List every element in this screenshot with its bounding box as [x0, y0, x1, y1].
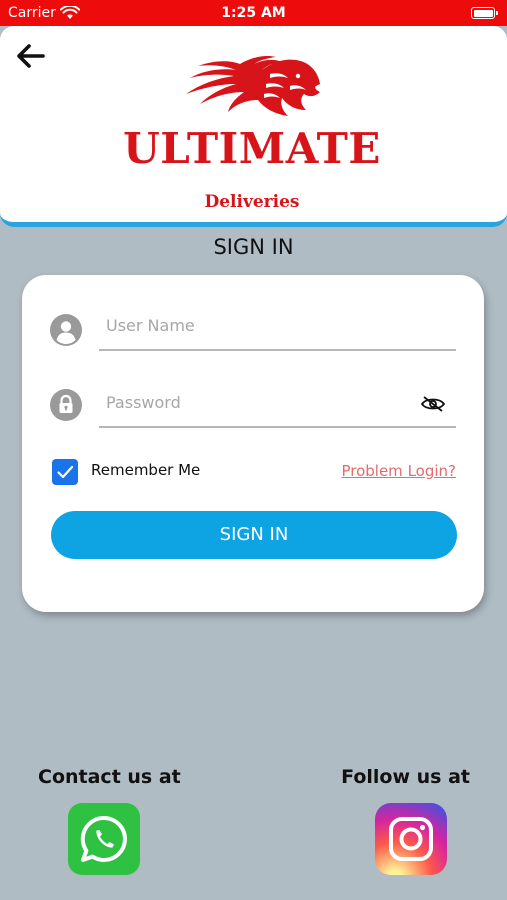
login-card: Remember Me Problem Login? SIGN IN	[22, 275, 484, 612]
user-icon	[50, 314, 82, 346]
contact-label: Contact us at	[38, 766, 181, 788]
instagram-button[interactable]	[375, 803, 447, 875]
back-arrow-icon	[17, 44, 45, 68]
brand-logo: ULTIMATE Deliveries	[120, 54, 390, 224]
header: ULTIMATE Deliveries	[0, 26, 507, 227]
lion-logo-icon	[186, 55, 320, 116]
remember-me-checkbox[interactable]	[52, 459, 78, 485]
brand-subtitle: Deliveries	[204, 192, 300, 212]
lock-icon	[50, 389, 82, 421]
brand-title: ULTIMATE	[123, 124, 381, 173]
instagram-icon	[389, 817, 433, 861]
battery-icon	[471, 7, 498, 19]
username-field[interactable]	[99, 305, 456, 351]
page-title: SIGN IN	[213, 235, 294, 259]
password-input[interactable]	[104, 392, 408, 413]
username-input[interactable]	[104, 315, 408, 336]
problem-login-link[interactable]: Problem Login?	[341, 462, 456, 480]
status-time: 1:25 AM	[221, 5, 286, 21]
back-button[interactable]	[14, 42, 46, 70]
remember-me-label[interactable]: Remember Me	[91, 461, 200, 479]
follow-label: Follow us at	[341, 766, 470, 788]
checkmark-icon	[57, 465, 74, 479]
signin-button[interactable]: SIGN IN	[51, 511, 457, 559]
password-field[interactable]	[99, 382, 456, 428]
eye-icon[interactable]	[420, 395, 446, 413]
whatsapp-icon	[80, 815, 127, 862]
whatsapp-button[interactable]	[68, 803, 140, 875]
status-bar: Carrier 1:25 AM	[0, 0, 507, 26]
